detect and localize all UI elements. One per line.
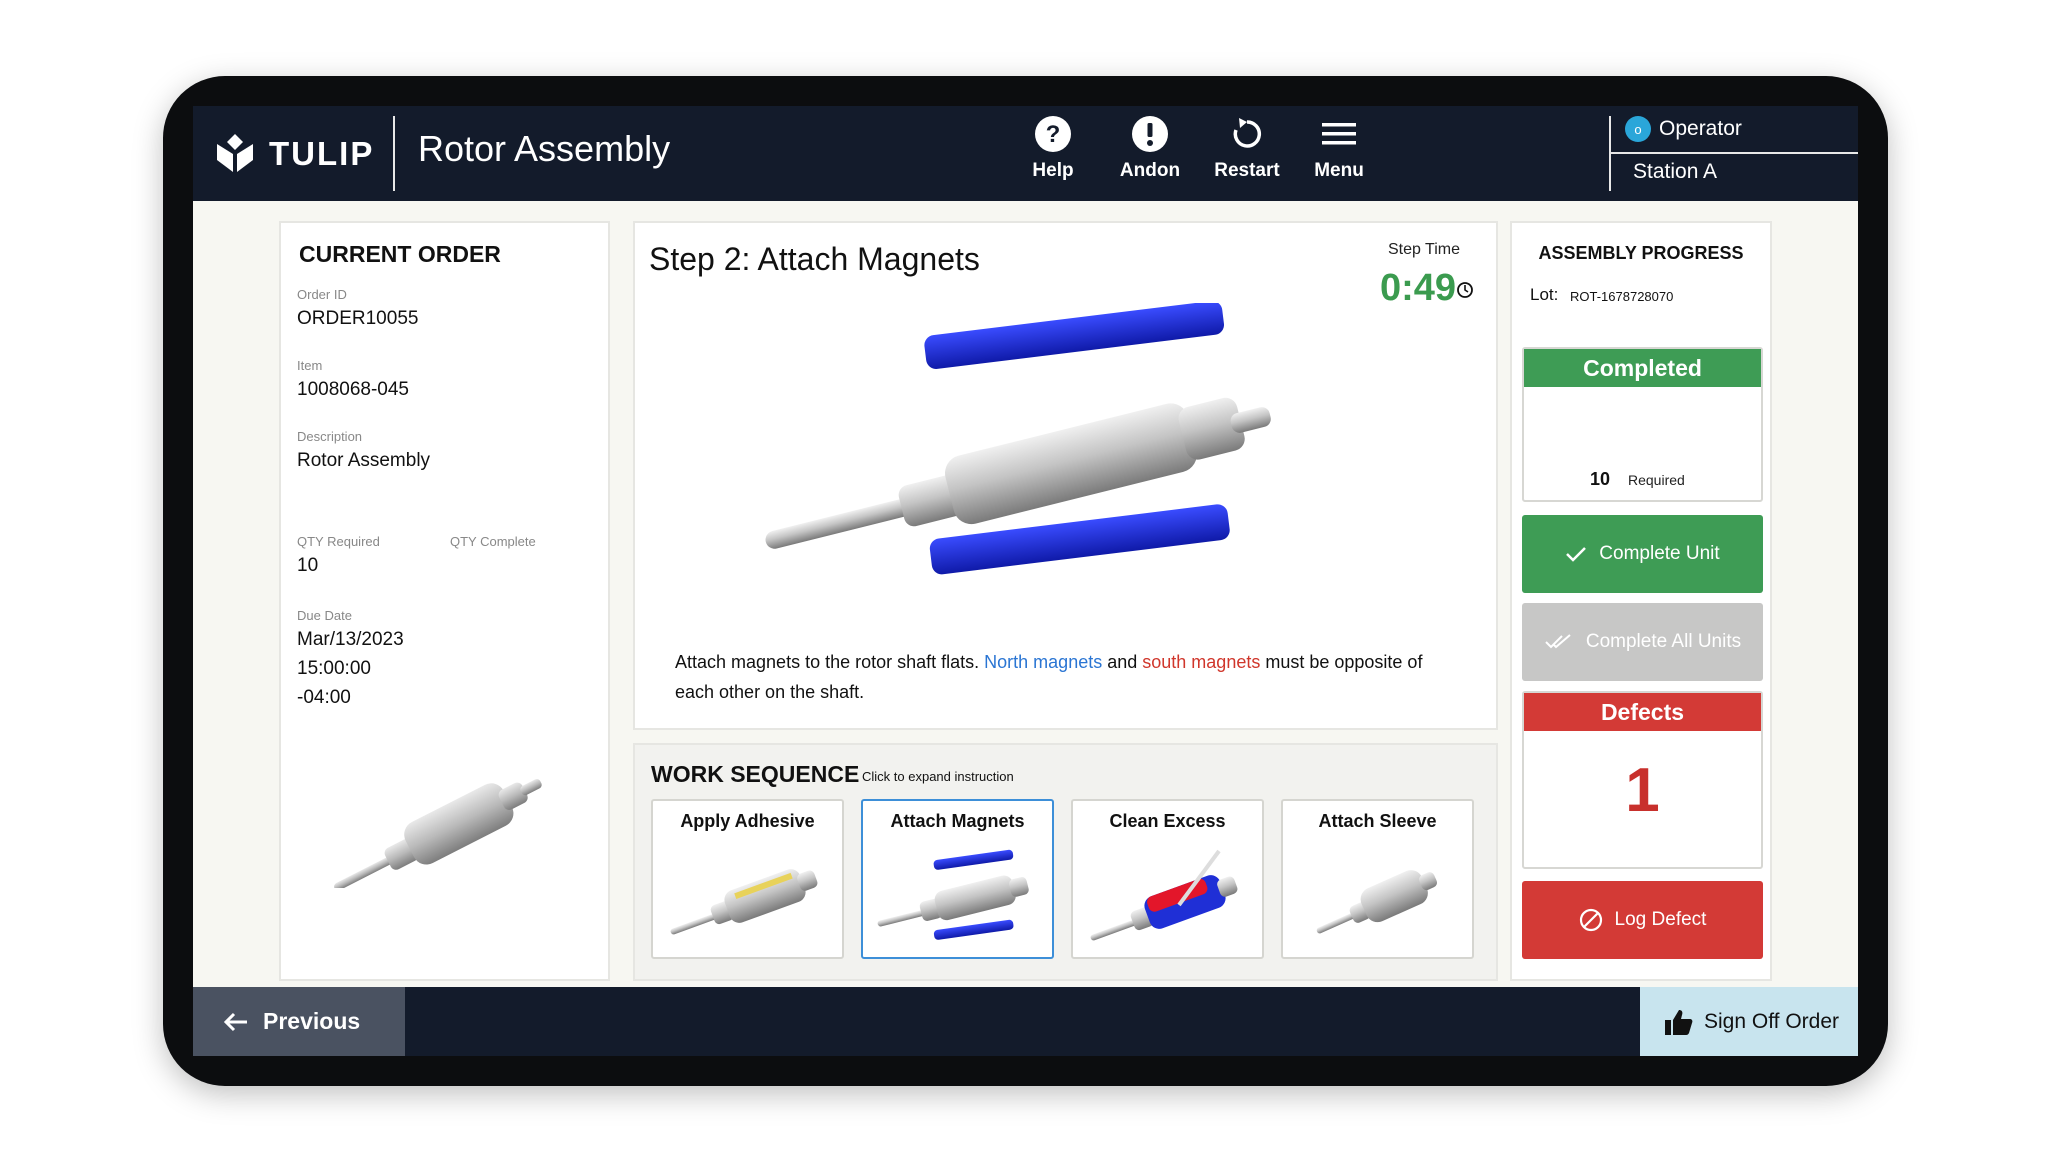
sequence-card-apply-adhesive[interactable]: Apply Adhesive	[651, 799, 844, 959]
step-time-value: 0:49	[1379, 267, 1456, 309]
description-value: Rotor Assembly	[297, 450, 431, 471]
order-id-label: Order ID	[297, 287, 347, 302]
work-sequence-title: WORK SEQUENCE	[651, 761, 860, 787]
due-date-label: Due Date	[297, 608, 352, 623]
sequence-card-label: Apply Adhesive	[680, 811, 815, 831]
south-magnets-text: south magnets	[1142, 652, 1261, 672]
defects-box: Defects 1	[1522, 691, 1763, 869]
defects-header: Defects	[1524, 693, 1761, 731]
description-label: Description	[297, 429, 363, 444]
tulip-logo-icon	[217, 134, 253, 172]
order-id-value: ORDER10055	[297, 308, 419, 329]
previous-label: Previous	[263, 1008, 361, 1034]
complete-all-units-button[interactable]: Complete All Units	[1522, 603, 1763, 681]
defects-count: 1	[1625, 756, 1660, 825]
step-time-label: Step Time	[1387, 241, 1460, 258]
required-label: Required	[1628, 472, 1685, 488]
completed-box: Completed 10 Required	[1522, 347, 1763, 502]
step-instruction-panel: Step 2: Attach Magnets Step Time 0:49 At…	[633, 221, 1498, 730]
sign-off-order-button[interactable]: Sign Off Order	[1640, 987, 1858, 1056]
north-magnets-text: North magnets	[984, 652, 1103, 672]
sequence-card-attach-magnets[interactable]: Attach Magnets	[861, 799, 1054, 959]
current-order-title: CURRENT ORDER	[299, 241, 501, 267]
svg-text:?: ?	[1046, 121, 1061, 148]
sequence-card-attach-sleeve[interactable]: Attach Sleeve	[1281, 799, 1474, 959]
arrow-left-icon	[223, 1012, 247, 1031]
app-screen: TULIP Rotor Assembly ? Help Andon Restar…	[193, 106, 1858, 1056]
sign-off-order-label: Sign Off Order	[1704, 1009, 1840, 1033]
assembly-progress-title: ASSEMBLY PROGRESS	[1538, 243, 1744, 263]
sequence-card-label: Clean Excess	[1109, 811, 1226, 831]
sequence-card-label: Attach Magnets	[890, 811, 1025, 831]
lot-value: ROT-1678728070	[1570, 289, 1674, 304]
step-instruction-text: Attach magnets to the rotor shaft flats.…	[675, 647, 1455, 707]
restart-label: Restart	[1214, 160, 1280, 181]
step-title: Step 2: Attach Magnets	[649, 241, 980, 277]
prohibited-icon	[1579, 908, 1602, 932]
log-defect-button[interactable]: Log Defect	[1522, 881, 1763, 959]
rotor-product-image	[334, 779, 542, 888]
step-text-part-1: Attach magnets to the rotor shaft flats.	[675, 652, 985, 672]
completed-header: Completed	[1524, 349, 1761, 387]
help-icon: ?	[1033, 114, 1073, 154]
operator-divider	[1611, 152, 1858, 154]
double-check-icon	[1545, 634, 1571, 649]
complete-all-units-label: Complete All Units	[1585, 631, 1742, 652]
due-date-value: Mar/13/2023	[297, 629, 404, 650]
app-footer: Previous Sign Off Order	[193, 987, 1858, 1056]
sequence-card-clean-excess[interactable]: Clean Excess	[1071, 799, 1264, 959]
help-label: Help	[1032, 160, 1074, 181]
current-order-panel: CURRENT ORDER Order ID ORDER10055 Item 1…	[279, 221, 610, 981]
app-title: Rotor Assembly	[418, 128, 671, 169]
thumbs-up-icon	[1665, 1009, 1693, 1035]
sequence-card-label: Attach Sleeve	[1318, 811, 1437, 831]
complete-unit-button[interactable]: Complete Unit	[1522, 515, 1763, 593]
station-name: Station A	[1633, 160, 1718, 183]
apply-adhesive-thumbnail	[670, 869, 818, 935]
qty-required-value: 10	[297, 555, 319, 576]
operator-avatar: o	[1625, 116, 1651, 142]
restart-button[interactable]: Restart	[1207, 114, 1287, 194]
check-icon	[1566, 547, 1587, 562]
menu-label: Menu	[1314, 160, 1364, 181]
operator-name: Operator	[1659, 117, 1742, 140]
lot-label: Lot:	[1530, 285, 1559, 304]
menu-icon	[1319, 114, 1359, 154]
logo-text: TULIP	[269, 135, 375, 172]
alert-icon	[1130, 114, 1170, 154]
log-defect-label: Log Defect	[1614, 909, 1707, 930]
menu-button[interactable]: Menu	[1299, 114, 1379, 194]
work-sequence-hint: Click to expand instruction	[862, 769, 1014, 784]
complete-unit-label: Complete Unit	[1599, 543, 1720, 564]
attach-magnets-thumbnail	[877, 849, 1029, 940]
restart-icon	[1227, 114, 1267, 154]
assembly-progress-panel: ASSEMBLY PROGRESS Lot: ROT-1678728070 Co…	[1510, 221, 1772, 981]
item-label: Item	[297, 358, 323, 373]
help-button[interactable]: ? Help	[1013, 114, 1093, 194]
tulip-logo: TULIP	[215, 124, 374, 184]
rotor-magnets-illustration	[765, 303, 1271, 575]
andon-label: Andon	[1119, 160, 1181, 181]
required-count: 10	[1590, 469, 1611, 489]
qty-complete-label: QTY Complete	[450, 534, 536, 549]
app-header: TULIP Rotor Assembly ? Help Andon Restar…	[193, 106, 1858, 201]
item-value: 1008068-045	[297, 379, 409, 400]
attach-sleeve-thumbnail	[1316, 870, 1438, 934]
work-sequence-panel: WORK SEQUENCE Click to expand instructio…	[633, 743, 1498, 981]
operator-selector[interactable]: o Operator	[1625, 116, 1742, 142]
clock-icon	[1457, 282, 1473, 298]
andon-button[interactable]: Andon	[1110, 114, 1190, 194]
due-timezone-value: -04:00	[297, 687, 351, 708]
header-divider	[393, 116, 395, 191]
due-time-value: 15:00:00	[297, 658, 371, 679]
qty-required-label: QTY Required	[297, 534, 380, 549]
previous-button[interactable]: Previous	[193, 987, 405, 1056]
step-text-part-2: and	[1102, 652, 1143, 672]
clean-excess-thumbnail	[1090, 849, 1238, 941]
